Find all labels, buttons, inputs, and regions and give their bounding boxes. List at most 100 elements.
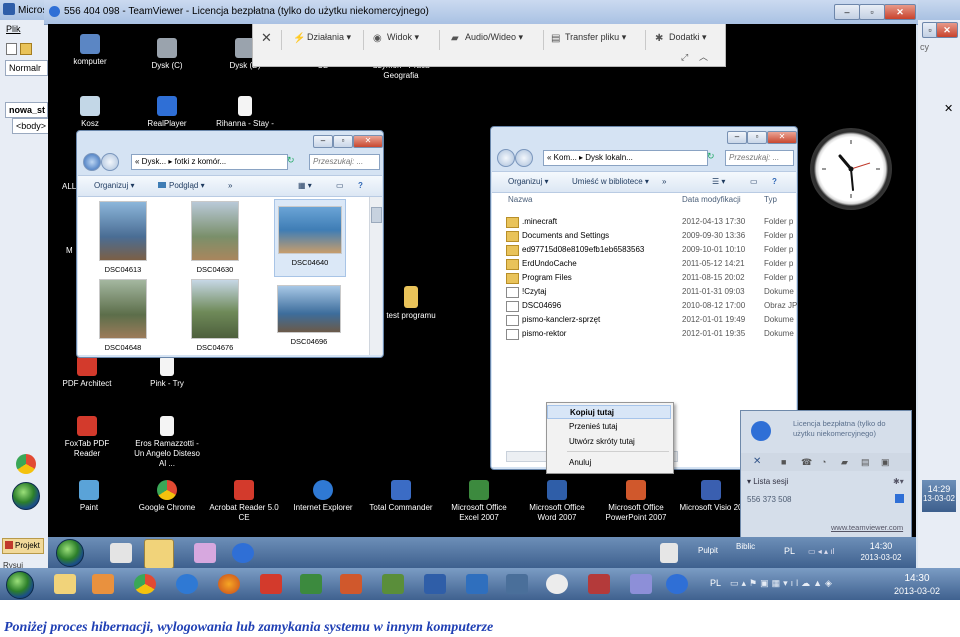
pane-icon[interactable]: ▭ <box>336 181 344 190</box>
taskbar-biblic[interactable]: Biblic <box>736 542 755 551</box>
remote-clock-time[interactable]: 14:30 <box>856 541 906 551</box>
menu-plik[interactable]: Plik <box>3 22 46 36</box>
menu-item-cancel[interactable]: Anuluj <box>547 456 671 470</box>
projekt-tab[interactable]: Projekt <box>2 538 44 554</box>
taskbar-word-icon[interactable] <box>424 574 446 594</box>
remote-start-orb[interactable] <box>56 539 84 567</box>
taskbar-paint-icon[interactable] <box>194 543 216 563</box>
toolbar-close-button[interactable]: ✕ <box>261 30 272 46</box>
remote-language-indicator[interactable]: PL <box>784 546 795 556</box>
file-row[interactable]: DSC04696 2010-08-12 17:00 Obraz JP <box>492 299 797 313</box>
desktop-icon-pdf-architect[interactable]: PDF Architect <box>52 356 122 389</box>
file-row[interactable]: !Czytaj 2011-01-31 09:03 Dokume <box>492 285 794 299</box>
teamviewer-site-link[interactable]: www.teamviewer.com <box>831 523 903 532</box>
host-start-orb[interactable] <box>6 571 34 599</box>
scroll-thumb[interactable] <box>371 207 382 223</box>
help-icon[interactable]: ? <box>358 181 363 190</box>
taskbar-explorer-icon[interactable] <box>54 574 76 594</box>
host-close-button[interactable]: ✕ <box>936 22 958 38</box>
files-organize[interactable]: Organizuj ▾ <box>508 177 549 186</box>
taskbar-firefox-icon[interactable] <box>218 574 240 594</box>
taskbar-acrobat-icon[interactable] <box>260 574 282 594</box>
views-icon[interactable]: ▦ ▾ <box>298 181 312 190</box>
new-doc-icon[interactable] <box>6 43 17 55</box>
photos-minimize-button[interactable]: – <box>313 135 333 148</box>
desktop-icon-computer[interactable]: komputer <box>55 34 125 67</box>
files-more[interactable]: » <box>662 177 666 186</box>
remote-clock-date[interactable]: 2013-03-02 <box>856 553 906 562</box>
host-chrome-shortcut[interactable] <box>8 450 42 480</box>
file-row[interactable]: Program Files 2011-08-15 20:02 Folder p <box>492 271 793 285</box>
session-remote-icon[interactable] <box>895 494 904 503</box>
pane-icon[interactable]: ▭ <box>750 177 758 186</box>
pane-close-icon[interactable]: ✕ <box>944 102 953 115</box>
host-inner-start-orb[interactable] <box>12 482 40 510</box>
desktop-icon-realplayer[interactable]: RealPlayer <box>132 96 202 129</box>
refresh-icon[interactable]: ↻ <box>707 151 715 162</box>
column-type[interactable]: Typ <box>764 195 777 204</box>
files-minimize-button[interactable]: – <box>727 131 747 144</box>
desktop-icon-total-commander[interactable]: Total Commander <box>366 480 436 513</box>
desktop-icon-test-programu[interactable]: test programu <box>376 286 446 321</box>
session-list-header[interactable]: ▾ Lista sesji <box>747 477 788 486</box>
whiteboard-icon[interactable]: ▣ <box>881 457 890 468</box>
desktop-icon-chrome[interactable]: Google Chrome <box>132 480 202 513</box>
column-name[interactable]: Nazwa <box>508 195 532 204</box>
close-session-icon[interactable]: ✕ <box>753 456 761 467</box>
thumb-item[interactable]: DSC04613 <box>88 201 158 274</box>
doc-tab[interactable]: nowa_st <box>5 102 48 118</box>
views-icon[interactable]: ☰ ▾ <box>712 177 725 186</box>
thumb-item[interactable]: DSC04696 <box>274 279 344 346</box>
host-clock-date[interactable]: 2013-03-02 <box>888 586 946 596</box>
photos-scrollbar[interactable] <box>369 197 382 355</box>
desktop-icon-acrobat[interactable]: Acrobat Reader 5.0 CE <box>206 480 282 523</box>
thumb-item[interactable]: DSC04648 <box>88 279 158 352</box>
desktop-icon-foxtab[interactable]: FoxTab PDF Reader <box>52 416 122 459</box>
file-row[interactable]: ErdUndoCache 2011-05-12 14:21 Folder p <box>492 257 793 271</box>
video-icon[interactable]: ■ <box>781 457 786 467</box>
files-address-bar[interactable]: « Kom... ▸ Dysk lokaln... <box>543 150 708 166</box>
desktop-icon-paint[interactable]: Paint <box>54 480 124 513</box>
photos-preview[interactable]: Podgląd ▾ <box>158 181 205 190</box>
help-icon[interactable]: ? <box>772 177 777 186</box>
menu-item-move-here[interactable]: Przenieś tutaj <box>547 420 671 434</box>
taskbar-app-icon[interactable] <box>588 574 610 594</box>
phone-icon[interactable]: ☎ <box>801 457 812 468</box>
taskbar-media-icon[interactable] <box>110 543 132 563</box>
taskbar-chrome-icon[interactable] <box>134 574 156 594</box>
tray-pen-icon[interactable] <box>660 543 678 563</box>
files-close-button[interactable]: ✕ <box>767 131 797 144</box>
photos-more[interactable]: » <box>228 181 232 190</box>
toolbar-actions[interactable]: ⚡ Działania ▾ <box>293 32 351 44</box>
file-icon[interactable]: ▤ <box>861 457 870 468</box>
thumb-item[interactable]: DSC04630 <box>180 201 250 274</box>
photos-maximize-button[interactable]: ▫ <box>333 135 353 148</box>
photos-explorer-window[interactable]: – ▫ ✕ « Dysk... ▸ fotki z komór... ↻ Prz… <box>76 130 384 358</box>
desktop-icon-powerpoint[interactable]: Microsoft Office PowerPoint 2007 <box>598 480 674 523</box>
taskbar-publisher-icon[interactable] <box>382 574 404 594</box>
taskbar-onenote-icon[interactable] <box>506 574 528 594</box>
toolbar-fullscreen-icon[interactable]: ⤢ <box>681 52 688 63</box>
session-options-icon[interactable]: ✱▾ <box>893 477 904 486</box>
host-tray-icons[interactable]: ▭▴⚑▣▦▾ıl☁▲◈ <box>730 578 835 589</box>
style-dropdown[interactable]: Normalr <box>5 60 48 76</box>
desktop-icon-drive-c[interactable]: Dysk (C) <box>132 38 202 71</box>
open-folder-icon[interactable] <box>20 43 32 55</box>
taskbar-pulpit[interactable]: Pulpit <box>698 546 718 555</box>
desktop-icon-excel[interactable]: Microsoft Office Excel 2007 <box>444 480 514 523</box>
file-row[interactable]: pismo-kanclerz-sprzęt 2012-01-01 19:49 Dok… <box>492 313 794 327</box>
desktop-icon-word[interactable]: Microsoft Office Word 2007 <box>522 480 592 523</box>
taskbar-outlook-icon[interactable] <box>466 574 488 594</box>
toolbar-extras[interactable]: ✱ Dodatki ▾ <box>655 32 707 44</box>
chat-icon[interactable]: ▰ <box>841 457 848 468</box>
tv-maximize-button[interactable]: ▫ <box>859 4 885 20</box>
desktop-icon-recycle-bin[interactable]: Kosz <box>55 96 125 129</box>
toolbar-file-transfer[interactable]: ▤ Transfer pliku ▾ <box>551 32 626 44</box>
forward-button[interactable] <box>515 149 533 167</box>
tray-icons[interactable]: ▭ ◂ ▴ ıl <box>808 547 834 556</box>
menu-item-create-shortcuts[interactable]: Utwórz skróty tutaj <box>547 435 671 449</box>
taskbar-eye-icon[interactable] <box>546 574 568 594</box>
forward-button[interactable] <box>101 153 119 171</box>
file-row[interactable]: Documents and Settings 2009-09-30 13:36 Fo… <box>492 229 793 243</box>
menu-item-copy-here[interactable]: Kopiuj tutaj <box>547 405 671 419</box>
